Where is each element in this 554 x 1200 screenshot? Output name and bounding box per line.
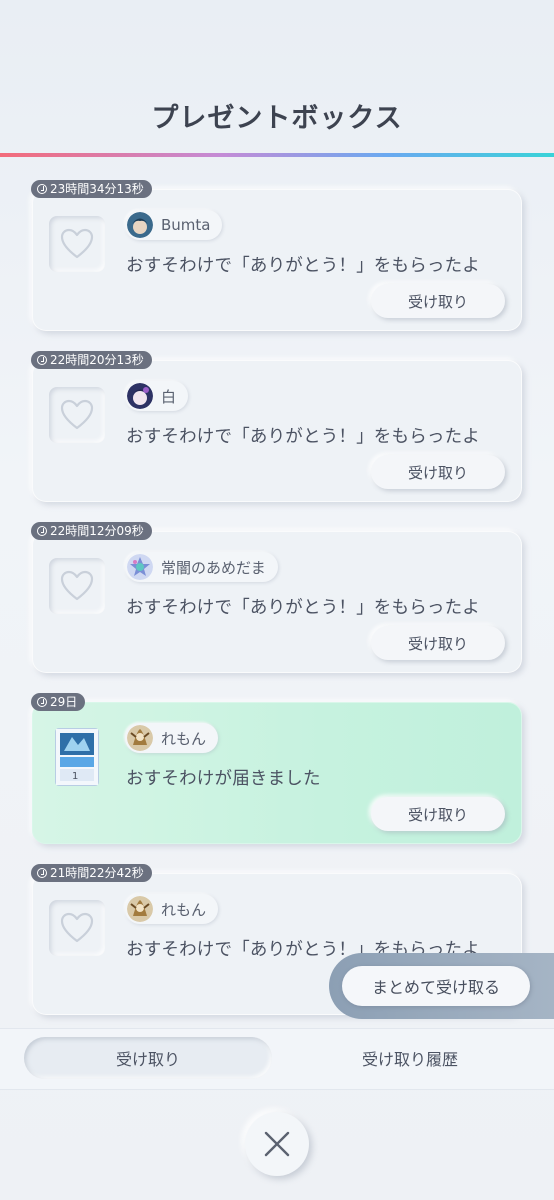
gift-card: 22時間20分13秒 白 おすそわけで「ありがとう！」をもらったよ 受け取り <box>31 351 522 502</box>
gift-thumbnail <box>49 558 105 614</box>
tab-receive[interactable]: 受け取り <box>24 1037 272 1079</box>
gift-message: おすそわけで「ありがとう！」をもらったよ <box>126 427 480 447</box>
heart-icon <box>60 228 94 259</box>
avatar <box>127 896 153 922</box>
timer-badge: 21時間22分42秒 <box>31 864 152 882</box>
gift-thumbnail <box>49 216 105 272</box>
heart-icon <box>60 399 94 430</box>
sender-chip: 白 <box>125 381 189 411</box>
gift-thumbnail <box>49 900 105 956</box>
sender-chip: 常闇のあめだま <box>125 552 278 582</box>
sender-name: Bumta <box>161 216 211 234</box>
clock-icon <box>37 355 47 365</box>
timer-badge: 22時間20分13秒 <box>31 351 152 369</box>
gift-thumbnail <box>49 387 105 443</box>
sender-name: れもん <box>161 900 207 919</box>
sender-chip: Bumta <box>125 210 223 240</box>
card-icon: 1 <box>55 728 99 786</box>
avatar <box>127 554 153 580</box>
gift-message: おすそわけで「ありがとう！」をもらったよ <box>126 598 480 618</box>
tab-bar: 受け取り 受け取り履歴 <box>0 1028 554 1090</box>
avatar <box>127 383 153 409</box>
heart-icon <box>60 570 94 601</box>
card-count: 1 <box>72 771 79 782</box>
sender-name: 常闇のあめだま <box>161 558 266 577</box>
timer-text: 21時間22分42秒 <box>50 866 144 880</box>
claim-button[interactable]: 受け取り <box>371 797 505 831</box>
avatar <box>127 725 153 751</box>
close-button[interactable] <box>245 1112 309 1176</box>
clock-icon <box>37 868 47 878</box>
sender-chip: れもん <box>125 894 219 924</box>
gift-message: おすそわけが届きました <box>126 769 321 789</box>
sender-chip: れもん <box>125 723 219 753</box>
clock-icon <box>37 184 47 194</box>
claim-button[interactable]: 受け取り <box>371 626 505 660</box>
timer-text: 22時間20分13秒 <box>50 353 144 367</box>
gift-thumbnail: 1 <box>49 728 105 786</box>
claim-button[interactable]: 受け取り <box>371 455 505 489</box>
gift-list[interactable]: 23時間34分13秒 Bumta おすそわけで「ありがとう！」をもらったよ 受け… <box>0 157 554 1027</box>
page-title: プレゼントボックス <box>151 103 403 134</box>
bulk-claim-button[interactable]: まとめて受け取る <box>342 966 530 1006</box>
timer-badge: 22時間12分09秒 <box>31 522 152 540</box>
clock-icon <box>37 697 47 707</box>
gift-message: おすそわけで「ありがとう！」をもらったよ <box>126 256 480 276</box>
gift-card: 22時間12分09秒 常闇のあめだま おすそわけで「ありがとう！」をもらったよ … <box>31 522 522 673</box>
timer-text: 23時間34分13秒 <box>50 182 144 196</box>
avatar <box>127 212 153 238</box>
sender-name: れもん <box>161 729 207 748</box>
tab-history[interactable]: 受け取り履歴 <box>290 1037 530 1079</box>
clock-icon <box>37 526 47 536</box>
header: プレゼントボックス <box>0 0 554 160</box>
claim-button[interactable]: 受け取り <box>371 284 505 318</box>
gift-card: 23時間34分13秒 Bumta おすそわけで「ありがとう！」をもらったよ 受け… <box>31 180 522 331</box>
timer-text: 29日 <box>50 695 78 709</box>
gift-card-highlighted: 29日 1 れもん おすそわけが届きました 受け取り <box>31 693 522 844</box>
heart-icon <box>60 912 94 943</box>
timer-badge: 23時間34分13秒 <box>31 180 152 198</box>
timer-text: 22時間12分09秒 <box>50 524 144 538</box>
timer-badge: 29日 <box>31 693 86 711</box>
sender-name: 白 <box>161 387 177 406</box>
close-icon <box>264 1131 290 1157</box>
